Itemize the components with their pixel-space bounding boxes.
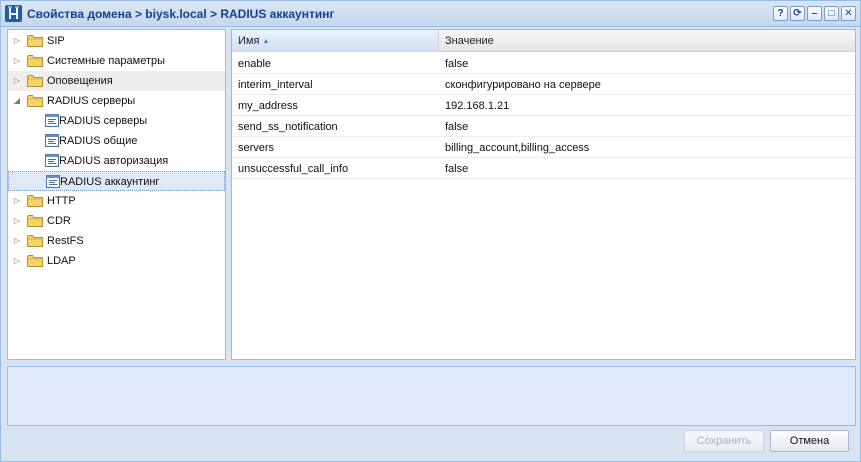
- tree-item-label: RestFS: [47, 235, 84, 247]
- property-value-cell[interactable]: сконфигурировано на сервере: [439, 74, 855, 94]
- minimize-button[interactable]: –: [807, 6, 822, 21]
- tree-item-leaf-radius-серверы[interactable]: RADIUS серверы: [8, 111, 225, 131]
- property-value-cell[interactable]: false: [439, 53, 855, 73]
- tree-item-label: HTTP: [47, 195, 76, 207]
- folder-icon: [27, 214, 43, 227]
- property-value-cell[interactable]: billing_account,billing_access: [439, 137, 855, 157]
- table-row[interactable]: servers billing_account,billing_access: [232, 137, 855, 158]
- collapsed-arrow-icon[interactable]: ▷: [12, 256, 22, 266]
- tree-item-leaf-radius-аккаунтинг[interactable]: RADIUS аккаунтинг: [8, 171, 225, 191]
- folder-icon: [27, 34, 43, 47]
- tree-item-label: RADIUS авторизация: [59, 155, 169, 167]
- maximize-icon: □: [828, 7, 835, 19]
- property-name-cell: servers: [238, 142, 275, 154]
- tree-item-label: CDR: [47, 215, 71, 227]
- window-title: Свойства домена > biysk.local > RADIUS а…: [27, 7, 335, 21]
- tree-item-leaf-radius-авторизация[interactable]: RADIUS авторизация: [8, 151, 225, 171]
- tree-item-label: Системные параметры: [47, 55, 166, 67]
- folder-icon: [27, 254, 43, 267]
- cancel-button[interactable]: Отмена: [770, 430, 849, 452]
- property-value-cell[interactable]: false: [439, 158, 855, 178]
- help-button[interactable]: ?: [773, 6, 788, 21]
- window-tools: ? ⟳ – □ ✕: [773, 6, 856, 21]
- folder-icon: [27, 94, 43, 107]
- expanded-arrow-icon[interactable]: ◢: [12, 96, 22, 106]
- column-header-name-label: Имя: [238, 35, 260, 47]
- close-icon: ✕: [844, 7, 853, 19]
- tree-item-radius-серверы[interactable]: ◢ RADIUS серверы: [8, 91, 225, 111]
- refresh-icon: ⟳: [793, 7, 802, 19]
- tree-item-label: Оповещения: [47, 75, 113, 87]
- tree-item-label: LDAP: [47, 255, 76, 267]
- folder-icon: [27, 74, 43, 87]
- table-row[interactable]: my_address 192.168.1.21: [232, 95, 855, 116]
- description-panel: [7, 366, 856, 426]
- collapsed-arrow-icon[interactable]: ▷: [12, 36, 22, 46]
- collapsed-arrow-icon[interactable]: ▷: [12, 236, 22, 246]
- close-button[interactable]: ✕: [841, 6, 856, 21]
- minimize-icon: –: [811, 7, 818, 19]
- settings-page-icon: [45, 114, 59, 127]
- maximize-button[interactable]: □: [824, 6, 839, 21]
- tree-item-label: RADIUS аккаунтинг: [60, 176, 160, 188]
- table-row[interactable]: enable false: [232, 53, 855, 74]
- property-name-cell: interim_interval: [238, 79, 313, 91]
- tree-item-label: SIP: [47, 35, 65, 47]
- table-row[interactable]: interim_interval сконфигурировано на серв…: [232, 74, 855, 95]
- folder-icon: [27, 194, 43, 207]
- collapsed-arrow-icon[interactable]: ▷: [12, 56, 22, 66]
- tree-item-sip[interactable]: ▷ SIP: [8, 31, 225, 51]
- help-icon: ?: [777, 7, 784, 19]
- property-name-cell: my_address: [238, 100, 298, 112]
- settings-page-icon: [45, 134, 59, 147]
- settings-page-icon: [45, 154, 59, 167]
- tree-item-restfs[interactable]: ▷ RestFS: [8, 231, 225, 251]
- property-name-cell: enable: [238, 58, 272, 70]
- collapsed-arrow-icon[interactable]: ▷: [12, 216, 22, 226]
- folder-icon: [27, 54, 43, 67]
- tree-item-системные-параметры[interactable]: ▷ Системные параметры: [8, 51, 225, 71]
- table-row[interactable]: unsuccessful_call_info false: [232, 158, 855, 179]
- property-name-cell: send_ss_notification: [238, 121, 338, 133]
- column-header-name[interactable]: Имя ▲: [232, 30, 439, 52]
- tree-item-label: RADIUS общие: [59, 135, 138, 147]
- settings-tree: ▷ SIP ▷ Системные параметры ▷ Оповещения ◢ RADI…: [7, 29, 226, 360]
- tree-item-leaf-radius-общие[interactable]: RADIUS общие: [8, 131, 225, 151]
- table-row[interactable]: send_ss_notification false: [232, 116, 855, 137]
- settings-page-icon: [46, 175, 60, 188]
- properties-grid: Имя ▲ Значение enable false interim_interva…: [231, 29, 856, 360]
- column-header-value[interactable]: Значение: [439, 30, 855, 52]
- tree-item-label: RADIUS серверы: [59, 115, 148, 127]
- tree-item-cdr[interactable]: ▷ CDR: [8, 211, 225, 231]
- save-button[interactable]: Сохранить: [684, 430, 764, 452]
- property-name-cell: unsuccessful_call_info: [238, 163, 349, 175]
- tree-item-http[interactable]: ▷ HTTP: [8, 191, 225, 211]
- tree-item-оповещения[interactable]: ▷ Оповещения: [8, 71, 225, 91]
- property-value-cell[interactable]: false: [439, 116, 855, 136]
- column-header-value-label: Значение: [445, 35, 494, 47]
- app-icon: [5, 5, 22, 22]
- tree-item-ldap[interactable]: ▷ LDAP: [8, 251, 225, 271]
- folder-icon: [27, 234, 43, 247]
- refresh-button[interactable]: ⟳: [790, 6, 805, 21]
- window-titlebar[interactable]: Свойства домена > biysk.local > RADIUS а…: [1, 1, 860, 27]
- tree-item-label: RADIUS серверы: [47, 95, 136, 107]
- property-value-cell[interactable]: 192.168.1.21: [439, 95, 855, 115]
- collapsed-arrow-icon[interactable]: ▷: [12, 76, 22, 86]
- grid-header: Имя ▲ Значение: [232, 30, 855, 52]
- collapsed-arrow-icon[interactable]: ▷: [12, 196, 22, 206]
- domain-properties-window: Свойства домена > biysk.local > RADIUS а…: [0, 0, 861, 462]
- sort-asc-icon: ▲: [262, 38, 270, 45]
